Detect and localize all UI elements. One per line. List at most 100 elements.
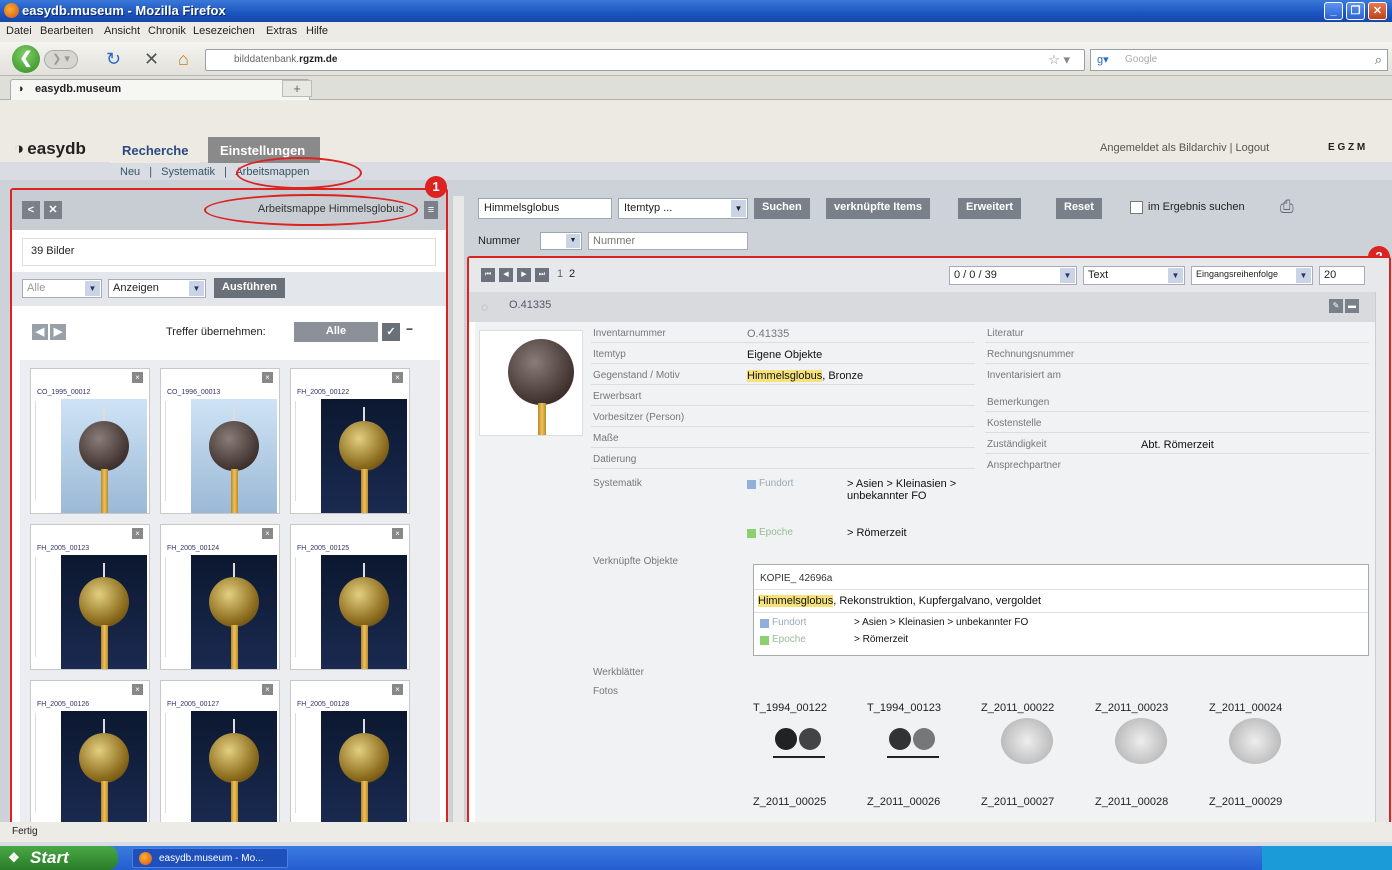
- view-select[interactable]: Text ▼: [1083, 266, 1185, 285]
- foto-thumbnail[interactable]: [773, 720, 825, 766]
- foto-caption[interactable]: Z_2011_00028: [1095, 796, 1168, 808]
- collapse-button[interactable]: <: [22, 201, 40, 219]
- close-button[interactable]: ✕: [1368, 2, 1387, 20]
- sort-select[interactable]: Eingangsreihenfolge ▼: [1191, 266, 1313, 285]
- page-link-2[interactable]: 2: [569, 268, 575, 280]
- linked-object-id[interactable]: KOPIE_ 42696a: [760, 573, 832, 584]
- reload-icon[interactable]: ↻: [106, 49, 121, 70]
- remove-icon[interactable]: ×: [262, 684, 273, 695]
- menu-ansicht[interactable]: Ansicht: [104, 25, 140, 37]
- range-select[interactable]: 0 / 0 / 39 ▼: [949, 266, 1077, 285]
- bookmark-star-icon[interactable]: ☆ ▾: [1048, 52, 1070, 68]
- edit-icon[interactable]: ✎: [1329, 299, 1343, 313]
- foto-thumbnail[interactable]: [887, 720, 939, 766]
- start-button[interactable]: ❖ Start: [0, 846, 118, 870]
- browser-tab[interactable]: ◑ easydb.museum: [10, 79, 310, 100]
- menu-lesezeichen[interactable]: Lesezeichen: [193, 25, 255, 37]
- select-scope[interactable]: Alle ▼: [22, 279, 102, 298]
- folder-menu-icon[interactable]: ≡: [424, 201, 438, 219]
- google-icon[interactable]: g▾: [1097, 53, 1109, 66]
- menu-extras[interactable]: Extras: [266, 25, 297, 37]
- remove-icon[interactable]: ×: [392, 372, 403, 383]
- search-icon[interactable]: ⌕: [1375, 52, 1382, 68]
- prev-icon[interactable]: ◀: [32, 324, 48, 340]
- remove-icon[interactable]: ×: [132, 372, 143, 383]
- record-image[interactable]: [479, 330, 583, 436]
- subnav-neu[interactable]: Neu: [120, 166, 140, 178]
- thumbnail-card[interactable]: × FH_2005_00128: [290, 680, 410, 826]
- remove-icon[interactable]: ×: [132, 684, 143, 695]
- takeover-select[interactable]: Alle: [294, 322, 378, 342]
- left-scrollbar[interactable]: [452, 196, 464, 822]
- minus-icon[interactable]: −: [406, 322, 413, 336]
- thumbnail-card[interactable]: × CO_1996_00013: [160, 368, 280, 514]
- remove-icon[interactable]: ×: [132, 528, 143, 539]
- home-icon[interactable]: ⌂: [178, 49, 189, 70]
- last-page-icon[interactable]: ⏭: [535, 268, 549, 282]
- action-select[interactable]: Anzeigen ▼: [108, 279, 206, 298]
- remove-icon[interactable]: ×: [392, 528, 403, 539]
- foto-caption[interactable]: Z_2011_00024: [1209, 702, 1282, 714]
- forward-icon[interactable]: ❯ ▾: [44, 50, 78, 69]
- foto-caption[interactable]: T_1994_00123: [867, 702, 941, 714]
- page-link-1[interactable]: 1: [557, 268, 563, 280]
- menu-chronik[interactable]: Chronik: [148, 25, 186, 37]
- operator-select[interactable]: ▼: [540, 232, 582, 250]
- back-icon[interactable]: ❮: [12, 45, 40, 73]
- foto-thumbnail[interactable]: [1001, 718, 1053, 764]
- record-check-icon[interactable]: ◌: [481, 300, 488, 314]
- remove-icon[interactable]: ×: [262, 372, 273, 383]
- thumbnail-card[interactable]: × FH_2005_00122: [290, 368, 410, 514]
- linked-items-button[interactable]: verknüpfte Items: [826, 198, 931, 219]
- foto-caption[interactable]: Z_2011_00029: [1209, 796, 1282, 808]
- foto-caption[interactable]: Z_2011_00027: [981, 796, 1054, 808]
- thumbnail-card[interactable]: × FH_2005_00125: [290, 524, 410, 670]
- thumbnail-card[interactable]: × FH_2005_00124: [160, 524, 280, 670]
- url-bar[interactable]: bilddatenbank.rgzm.de ☆ ▾: [205, 49, 1085, 71]
- thumbnail-card[interactable]: × FH_2005_00127: [160, 680, 280, 826]
- remove-icon[interactable]: ×: [392, 684, 403, 695]
- search-button[interactable]: Suchen: [754, 198, 810, 219]
- remove-icon[interactable]: ×: [262, 528, 273, 539]
- thumbnail-card[interactable]: × FH_2005_00126: [30, 680, 150, 826]
- itemtype-select[interactable]: Itemtyp ... ▼: [618, 198, 748, 219]
- first-page-icon[interactable]: ⏮: [481, 268, 495, 282]
- subnav-systematik[interactable]: Systematik: [161, 166, 215, 178]
- language-switch[interactable]: E G Z M: [1328, 142, 1365, 153]
- tab-recherche[interactable]: Recherche: [110, 137, 201, 163]
- new-tab-button[interactable]: +: [282, 80, 312, 97]
- menu-hilfe[interactable]: Hilfe: [306, 25, 328, 37]
- execute-button[interactable]: Ausführen: [214, 278, 285, 298]
- thumbnail-card[interactable]: × FH_2005_00123: [30, 524, 150, 670]
- foto-caption[interactable]: Z_2011_00022: [981, 702, 1054, 714]
- menu-bearbeiten[interactable]: Bearbeiten: [40, 25, 93, 37]
- foto-thumbnail[interactable]: [1115, 718, 1167, 764]
- next-page-icon[interactable]: ▶: [517, 268, 531, 282]
- foto-caption[interactable]: T_1994_00122: [753, 702, 827, 714]
- foto-caption[interactable]: Z_2011_00026: [867, 796, 940, 808]
- number-input[interactable]: [588, 232, 748, 250]
- foto-caption[interactable]: Z_2011_00023: [1095, 702, 1168, 714]
- prev-page-icon[interactable]: ◀: [499, 268, 513, 282]
- maximize-button[interactable]: ❐: [1346, 2, 1365, 20]
- thumbnail-card[interactable]: × CO_1995_00012: [30, 368, 150, 514]
- result-scrollbar[interactable]: [1375, 292, 1389, 827]
- in-result-checkbox[interactable]: [1130, 201, 1143, 214]
- extended-search-button[interactable]: Erweitert: [958, 198, 1022, 219]
- web-search-box[interactable]: g▾ Google ⌕: [1090, 49, 1388, 71]
- per-page-select[interactable]: 20: [1319, 266, 1365, 285]
- collapse-record-icon[interactable]: ▬: [1345, 299, 1359, 313]
- next-icon[interactable]: ▶: [50, 324, 66, 340]
- foto-caption[interactable]: Z_2011_00025: [753, 796, 826, 808]
- stop-icon[interactable]: ✕: [144, 49, 159, 70]
- reset-button[interactable]: Reset: [1056, 198, 1102, 219]
- login-info[interactable]: Angemeldet als Bildarchiv | Logout: [1100, 142, 1269, 154]
- linked-object-card[interactable]: KOPIE_ 42696a Himmelsglobus, Rekonstrukt…: [753, 564, 1369, 656]
- minimize-button[interactable]: _: [1324, 2, 1343, 20]
- foto-thumbnail[interactable]: [1229, 718, 1281, 764]
- confirm-check-icon[interactable]: ✓: [382, 323, 400, 341]
- search-input[interactable]: Himmelsglobus: [478, 198, 612, 219]
- menu-datei[interactable]: Datei: [6, 25, 32, 37]
- taskbar-firefox-item[interactable]: easydb.museum - Mo...: [132, 848, 288, 868]
- close-panel-button[interactable]: ✕: [44, 201, 62, 219]
